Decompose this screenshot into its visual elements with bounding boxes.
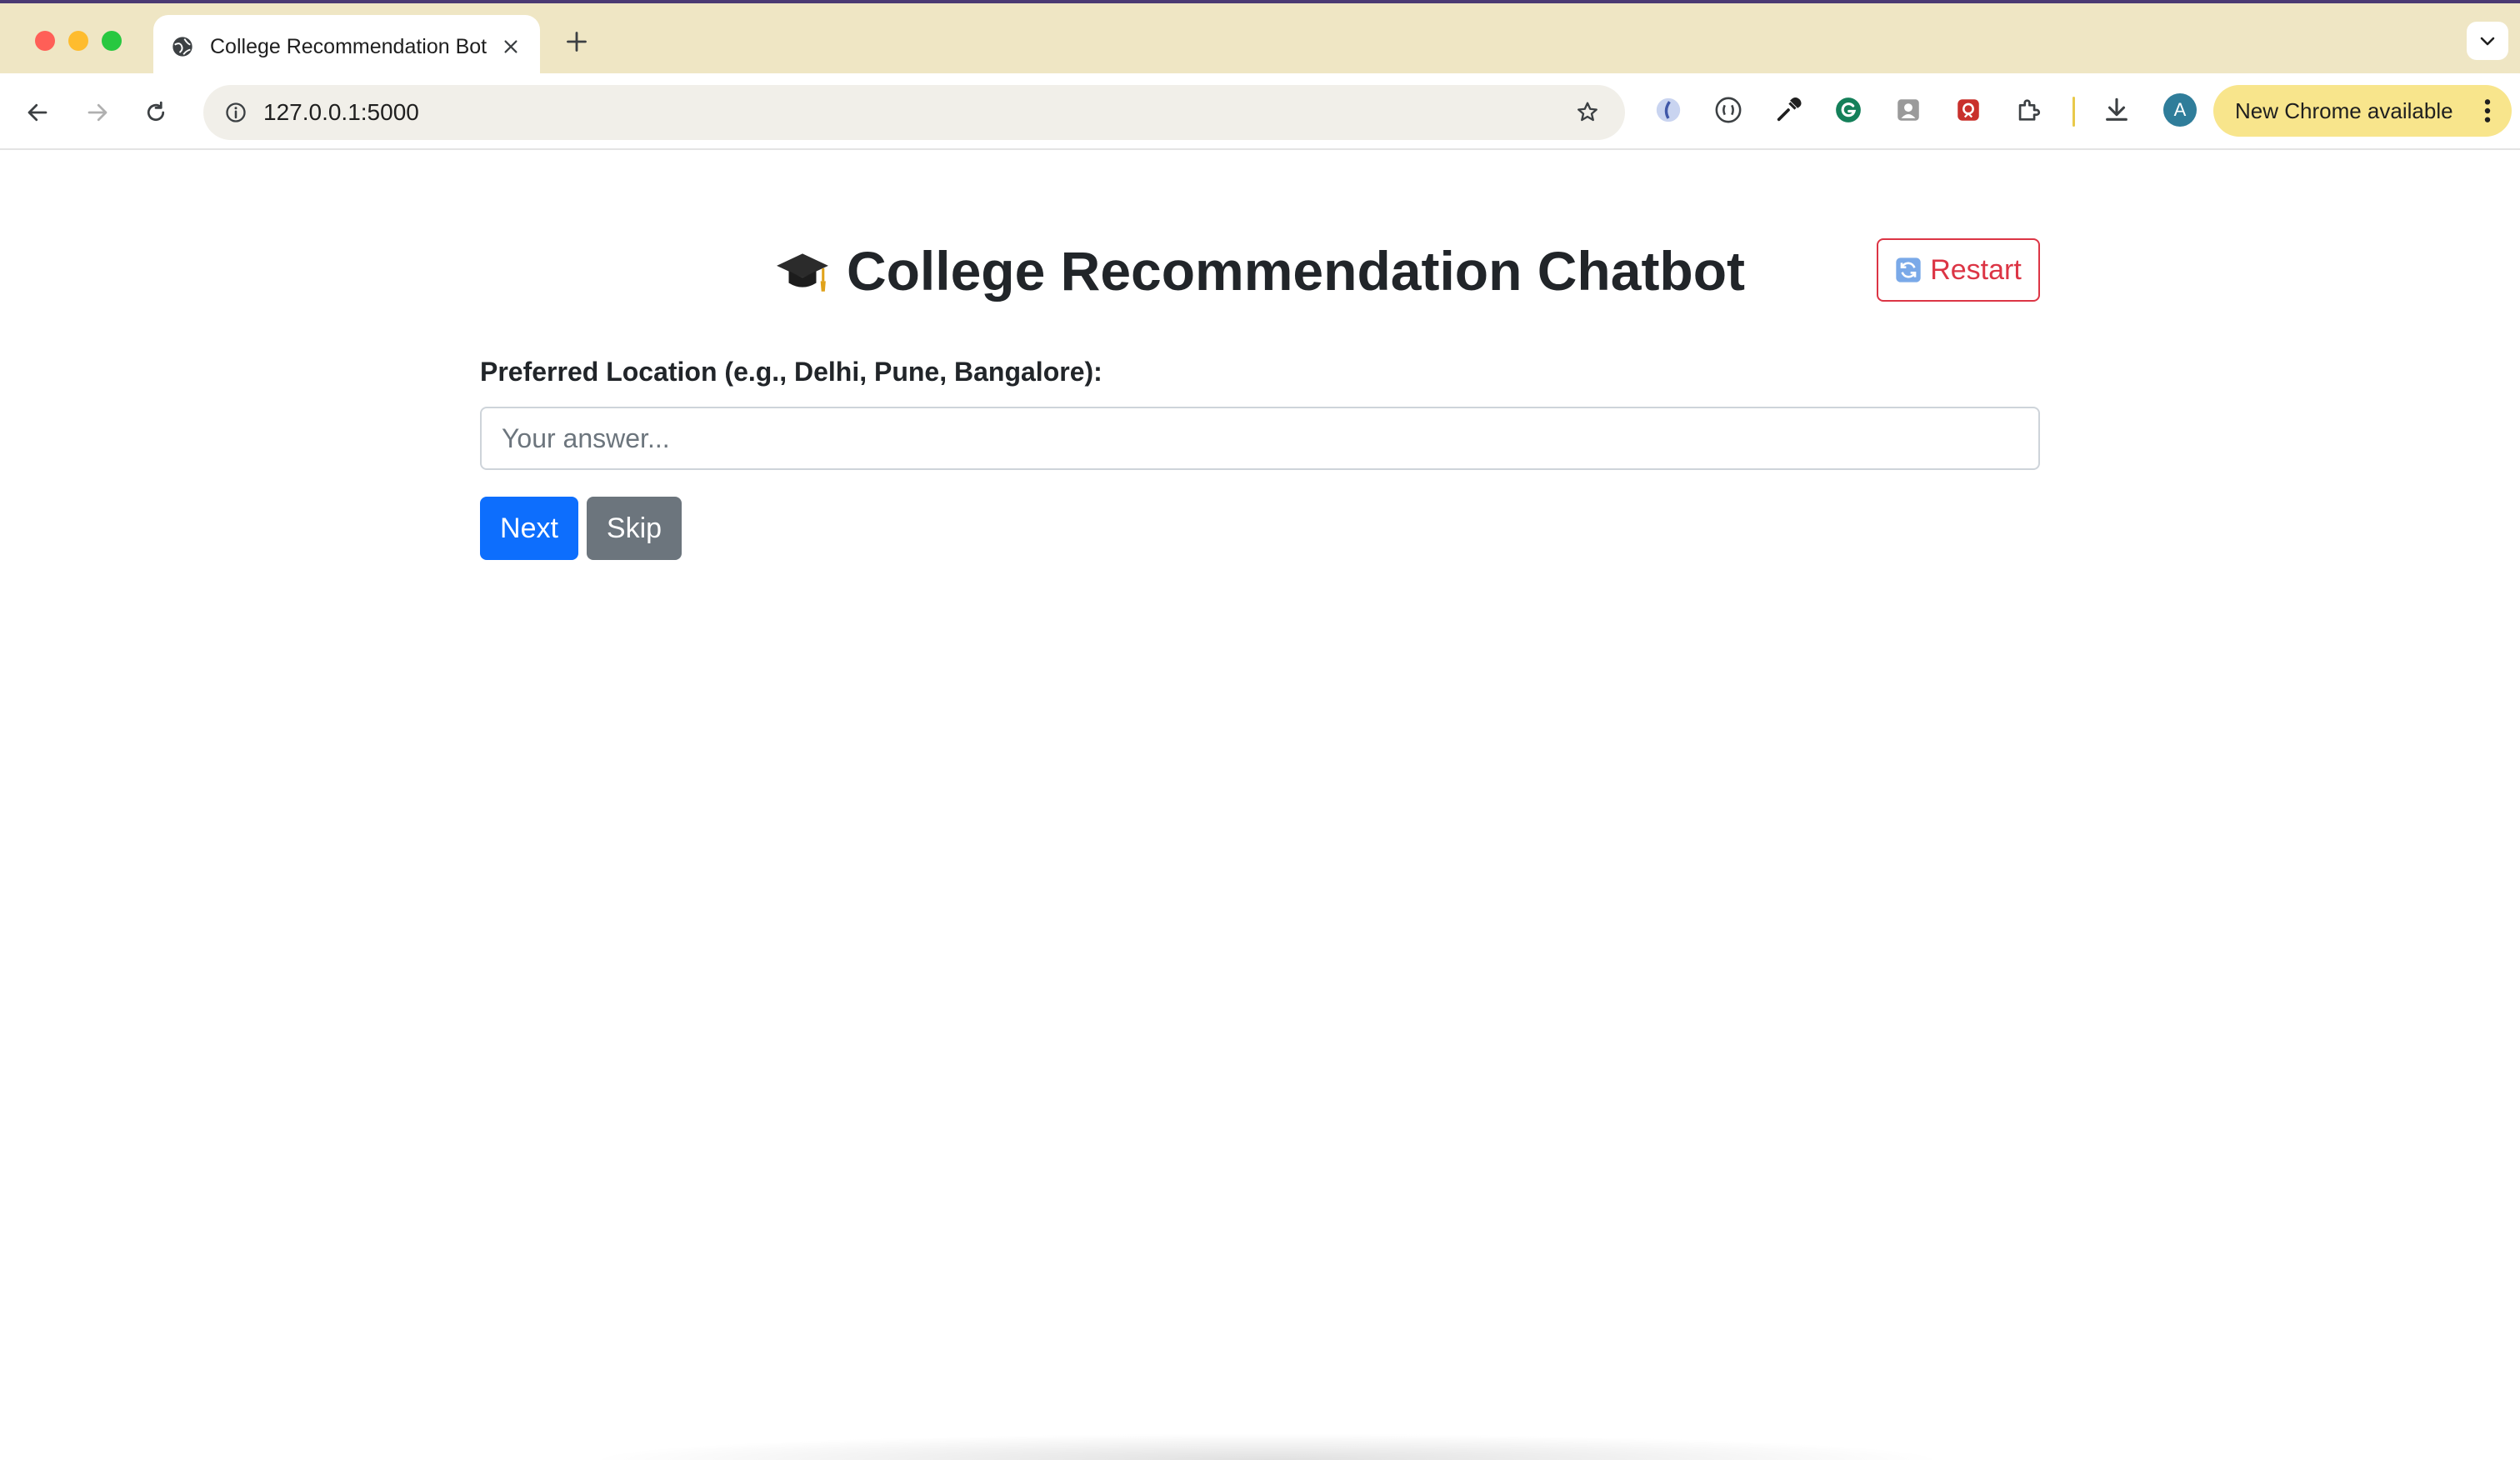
puzzle-extensions-icon[interactable] bbox=[2010, 92, 2047, 128]
graduation-cap-icon bbox=[775, 243, 830, 298]
bottom-shadow bbox=[583, 1433, 1950, 1460]
download-icon[interactable] bbox=[2098, 92, 2135, 128]
tab-title: College Recommendation Bot bbox=[210, 34, 488, 58]
restart-label: Restart bbox=[1930, 253, 2022, 286]
bracket-extension-icon[interactable] bbox=[1710, 92, 1747, 128]
bookmark-star-icon[interactable] bbox=[1568, 93, 1607, 132]
chevron-down-icon bbox=[2480, 37, 2495, 46]
skip-button[interactable]: Skip bbox=[587, 497, 682, 560]
arrow-left-icon bbox=[28, 103, 48, 122]
new-tab-button[interactable] bbox=[560, 25, 593, 58]
globe-icon bbox=[170, 34, 195, 59]
tab-search-button[interactable] bbox=[2467, 22, 2508, 60]
arrow-right-icon bbox=[88, 103, 108, 122]
close-window-button[interactable] bbox=[35, 31, 55, 51]
close-tab-icon[interactable] bbox=[498, 34, 523, 59]
page-header: College Recommendation Chatbot Restart bbox=[480, 233, 2040, 308]
reload-icon bbox=[147, 101, 165, 122]
page-title-text: College Recommendation Chatbot bbox=[846, 240, 1746, 302]
page-title: College Recommendation Chatbot bbox=[480, 233, 2040, 308]
browser-toolbar: 127.0.0.1:5000 bbox=[0, 73, 2520, 150]
browser-tab-bar: College Recommendation Bot bbox=[0, 0, 2520, 78]
address-bar[interactable]: 127.0.0.1:5000 bbox=[203, 85, 1625, 140]
more-vertical-icon[interactable] bbox=[2475, 93, 2500, 128]
restart-button[interactable]: Restart bbox=[1877, 238, 2040, 302]
circle-extension-icon[interactable] bbox=[1650, 92, 1687, 128]
portrait-extension-icon[interactable] bbox=[1890, 92, 1927, 128]
reload-button[interactable] bbox=[137, 93, 175, 132]
update-label: New Chrome available bbox=[2235, 98, 2453, 123]
maximize-window-button[interactable] bbox=[102, 31, 122, 51]
back-button[interactable] bbox=[18, 93, 57, 132]
new-chrome-available-button[interactable]: New Chrome available bbox=[2213, 85, 2512, 137]
site-info-icon[interactable] bbox=[217, 93, 255, 132]
next-button[interactable]: Next bbox=[480, 497, 578, 560]
question-label: Preferred Location (e.g., Delhi, Pune, B… bbox=[480, 357, 1102, 387]
refresh-icon bbox=[1895, 257, 1922, 283]
minimize-window-button[interactable] bbox=[68, 31, 88, 51]
answer-input[interactable] bbox=[480, 407, 2040, 470]
profile-avatar[interactable]: A bbox=[2163, 93, 2197, 127]
browser-tab[interactable]: College Recommendation Bot bbox=[153, 15, 540, 78]
shield-extension-icon[interactable] bbox=[1950, 92, 1987, 128]
forward-button[interactable] bbox=[78, 93, 117, 132]
grammarly-icon[interactable] bbox=[1830, 92, 1867, 128]
toolbar-divider bbox=[2072, 97, 2075, 127]
url-text: 127.0.0.1:5000 bbox=[263, 99, 419, 125]
eyedropper-extension-icon[interactable] bbox=[1770, 92, 1807, 128]
